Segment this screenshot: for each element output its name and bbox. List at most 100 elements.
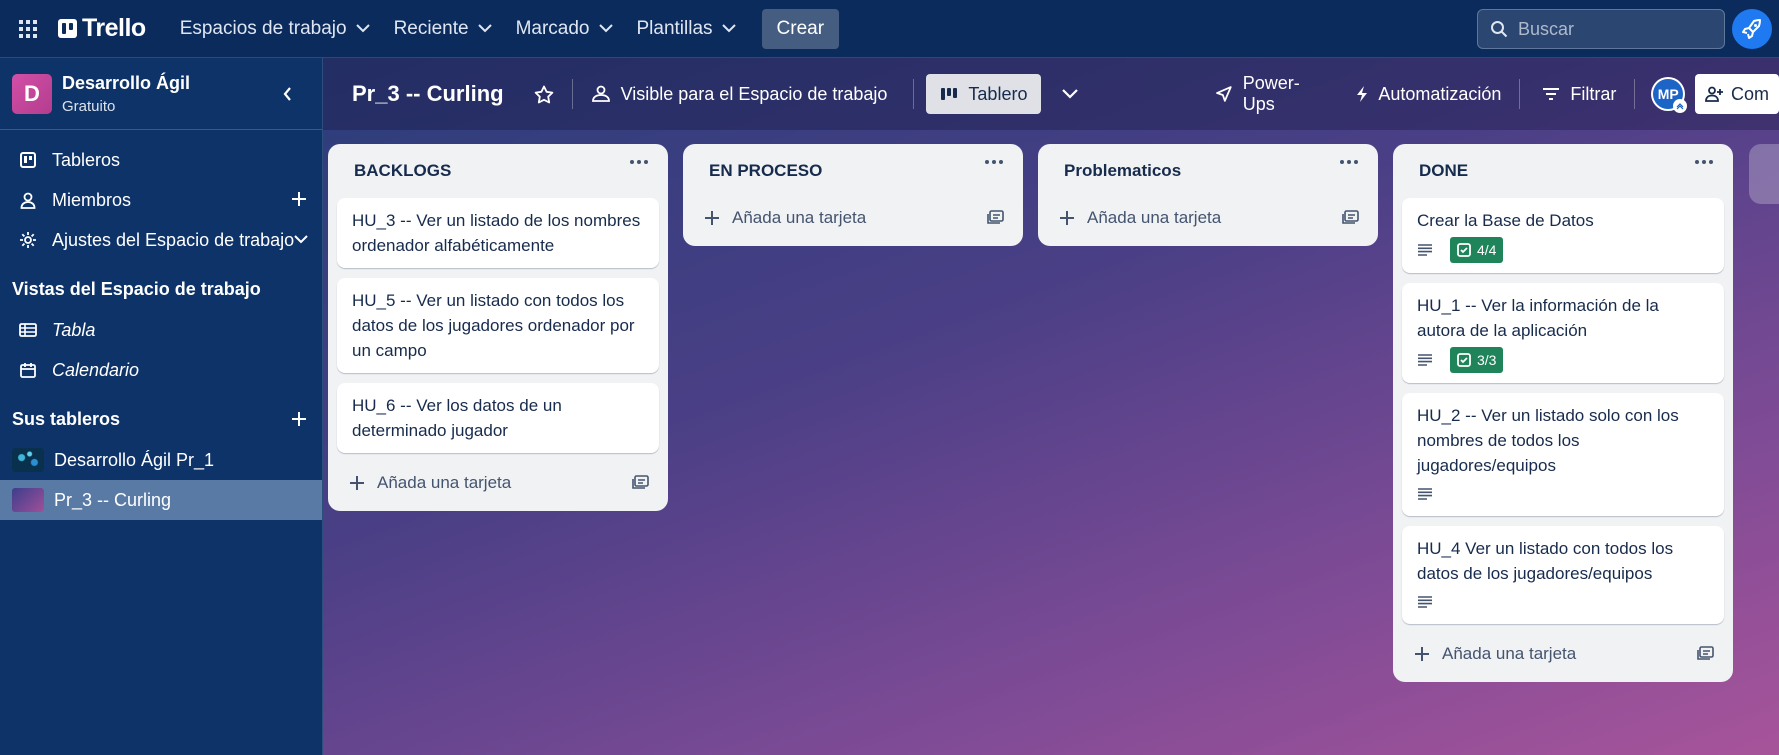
- board-title[interactable]: Pr_3 -- Curling: [352, 81, 504, 107]
- more-icon[interactable]: [630, 160, 648, 164]
- nav-workspaces-label: Espacios de trabajo: [179, 17, 347, 39]
- sidebar-item-calendar-view[interactable]: Calendario: [0, 350, 322, 390]
- sidebar-item-table-view[interactable]: Tabla: [0, 310, 322, 350]
- plus-icon: [705, 211, 719, 225]
- workspace-sidebar: D Desarrollo Ágil Gratuito Tableros Miem…: [0, 58, 323, 755]
- add-card-button[interactable]: Añada una tarjeta: [1402, 634, 1724, 674]
- nav-recent-dropdown[interactable]: Reciente: [382, 9, 504, 49]
- card-title: HU_5 -- Ver un listado con todos los dat…: [352, 291, 635, 360]
- chevron-down-icon[interactable]: [1055, 79, 1085, 109]
- search-icon: [1491, 21, 1508, 38]
- header-divider: [571, 79, 573, 109]
- more-icon[interactable]: [985, 160, 1003, 164]
- trello-logo-icon: [58, 19, 77, 38]
- your-boards-title: Sus tableros: [12, 408, 121, 429]
- nav-starred-label: Marcado: [515, 17, 590, 39]
- card-title: HU_3 -- Ver un listado de los nombres or…: [352, 211, 641, 255]
- collapse-sidebar-button[interactable]: [272, 79, 302, 109]
- chevron-down-icon: [355, 24, 370, 33]
- card[interactable]: HU_3 -- Ver un listado de los nombres or…: [337, 198, 659, 268]
- sidebar-item-workspace-settings[interactable]: Ajustes del Espacio de trabajo: [0, 220, 322, 260]
- add-board-plus-icon[interactable]: [290, 410, 308, 428]
- app-switcher-icon[interactable]: [14, 15, 42, 43]
- card-template-icon[interactable]: [632, 475, 649, 490]
- add-member-plus-icon[interactable]: [290, 190, 308, 208]
- create-button[interactable]: Crear: [761, 8, 840, 49]
- filter-label: Filtrar: [1570, 83, 1617, 104]
- sidebar-item-label: Miembros: [52, 189, 132, 210]
- card-badges: 4/4: [1417, 237, 1710, 263]
- checkbox-icon: [1457, 353, 1471, 367]
- chevron-down-icon: [477, 24, 492, 33]
- sidebar-item-label: Tableros: [52, 149, 121, 170]
- header-divider: [1519, 79, 1521, 109]
- card-template-icon[interactable]: [1342, 210, 1359, 225]
- workspace-info: Desarrollo Ágil Gratuito: [62, 73, 190, 115]
- card-template-icon[interactable]: [1697, 646, 1714, 661]
- star-icon[interactable]: [534, 85, 554, 104]
- power-ups-label: Power-Ups: [1242, 73, 1300, 114]
- more-icon[interactable]: [1340, 160, 1358, 164]
- nav-templates-dropdown[interactable]: Plantillas: [625, 9, 748, 49]
- list-title[interactable]: DONE: [1419, 161, 1468, 181]
- list-header: Problematicos: [1038, 144, 1378, 198]
- card[interactable]: HU_4 Ver un listado con todos los datos …: [1402, 526, 1724, 624]
- people-visibility-icon: [591, 85, 610, 102]
- sidebar-item-label: Calendario: [52, 359, 140, 380]
- sidebar-nav: Tableros Miembros Ajustes del Espacio de…: [0, 130, 322, 520]
- add-card-button[interactable]: Añada una tarjeta: [337, 463, 659, 503]
- plus-icon: [1415, 647, 1429, 661]
- add-card-button[interactable]: Añada una tarjeta: [1047, 198, 1369, 238]
- power-ups-button[interactable]: Power-Ups: [1207, 73, 1338, 114]
- sidebar-item-boards[interactable]: Tableros: [0, 140, 322, 180]
- sidebar-board-label: Pr_3 -- Curling: [54, 489, 172, 510]
- card[interactable]: HU_1 -- Ver la información de la autora …: [1402, 283, 1724, 383]
- list-title[interactable]: BACKLOGS: [354, 161, 451, 181]
- trello-logo[interactable]: Trello: [58, 14, 146, 43]
- workspace-name[interactable]: Desarrollo Ágil: [62, 73, 190, 94]
- add-person-icon: [1705, 86, 1723, 102]
- share-button[interactable]: Com: [1694, 74, 1779, 114]
- card[interactable]: HU_5 -- Ver un listado con todos los dat…: [337, 278, 659, 373]
- card[interactable]: Crear la Base de Datos 4/4: [1402, 198, 1724, 273]
- sidebar-board-label: Desarrollo Ágil Pr_1: [54, 449, 215, 470]
- list-title[interactable]: Problematicos: [1064, 161, 1181, 181]
- list-title[interactable]: EN PROCESO: [709, 161, 822, 181]
- workspace-header: D Desarrollo Ágil Gratuito: [0, 58, 322, 130]
- member-avatar[interactable]: MP: [1651, 77, 1687, 113]
- checklist-badge: 4/4: [1450, 237, 1504, 263]
- automation-button[interactable]: Automatización: [1348, 74, 1509, 114]
- workspace-views-heading: Vistas del Espacio de trabajo: [0, 268, 322, 310]
- calendar-icon: [18, 362, 38, 378]
- list-problematicos: Problematicos Añada una tarjeta: [1038, 144, 1378, 246]
- workspace-avatar[interactable]: D: [12, 73, 52, 114]
- sidebar-board-pr3-curling[interactable]: Pr_3 -- Curling: [0, 480, 322, 520]
- card[interactable]: HU_2 -- Ver un listado solo con los nomb…: [1402, 393, 1724, 516]
- description-icon: [1417, 354, 1437, 366]
- add-list-button[interactable]: [1749, 144, 1779, 204]
- description-icon: [1417, 244, 1437, 256]
- add-card-label: Añada una tarjeta: [1087, 208, 1222, 227]
- add-card-button[interactable]: Añada una tarjeta: [692, 198, 1014, 238]
- lightning-icon: [1357, 86, 1368, 102]
- share-label: Com: [1730, 83, 1769, 104]
- visibility-button[interactable]: Visible para el Espacio de trabajo: [583, 74, 896, 114]
- add-card-label: Añada una tarjeta: [1442, 644, 1577, 663]
- rocket-icon[interactable]: [1732, 9, 1772, 49]
- card[interactable]: HU_6 -- Ver los datos de un determinado …: [337, 383, 659, 453]
- board-view-button[interactable]: Tablero: [926, 74, 1042, 114]
- search-input[interactable]: [1518, 18, 1708, 40]
- sidebar-item-members[interactable]: Miembros: [0, 180, 322, 220]
- checkbox-icon: [1457, 243, 1471, 257]
- person-icon: [18, 192, 38, 209]
- board-view-label: Tablero: [968, 83, 1028, 104]
- nav-workspaces-dropdown[interactable]: Espacios de trabajo: [168, 9, 382, 49]
- sidebar-board-desarrollo-agil-pr1[interactable]: Desarrollo Ágil Pr_1: [0, 440, 322, 480]
- checklist-count: 4/4: [1477, 241, 1497, 258]
- nav-starred-dropdown[interactable]: Marcado: [504, 9, 625, 49]
- card-template-icon[interactable]: [987, 210, 1004, 225]
- description-icon: [1417, 590, 1437, 614]
- more-icon[interactable]: [1695, 160, 1713, 164]
- chevron-down-icon[interactable]: [294, 230, 308, 244]
- filter-button[interactable]: Filtrar: [1534, 74, 1624, 114]
